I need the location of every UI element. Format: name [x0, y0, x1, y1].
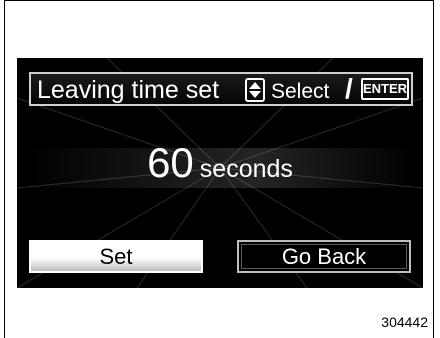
screen-title: Leaving time set	[37, 76, 220, 104]
select-hint: Select	[271, 80, 330, 103]
time-value-unit: seconds	[199, 155, 293, 183]
time-value-number: 60	[147, 139, 194, 186]
set-button[interactable]: Set	[29, 240, 203, 273]
up-down-arrow-icon	[245, 78, 265, 102]
hint-separator: /	[345, 73, 353, 104]
go-back-button[interactable]: Go Back	[237, 240, 411, 273]
enter-key-icon: ENTER	[361, 78, 409, 100]
figure-id: 304442	[381, 314, 428, 330]
time-value: 60 seconds	[17, 138, 423, 188]
display-screen: Leaving time set Select / ENTER 60 second…	[17, 58, 423, 288]
screen-header: Leaving time set Select / ENTER	[29, 72, 413, 106]
